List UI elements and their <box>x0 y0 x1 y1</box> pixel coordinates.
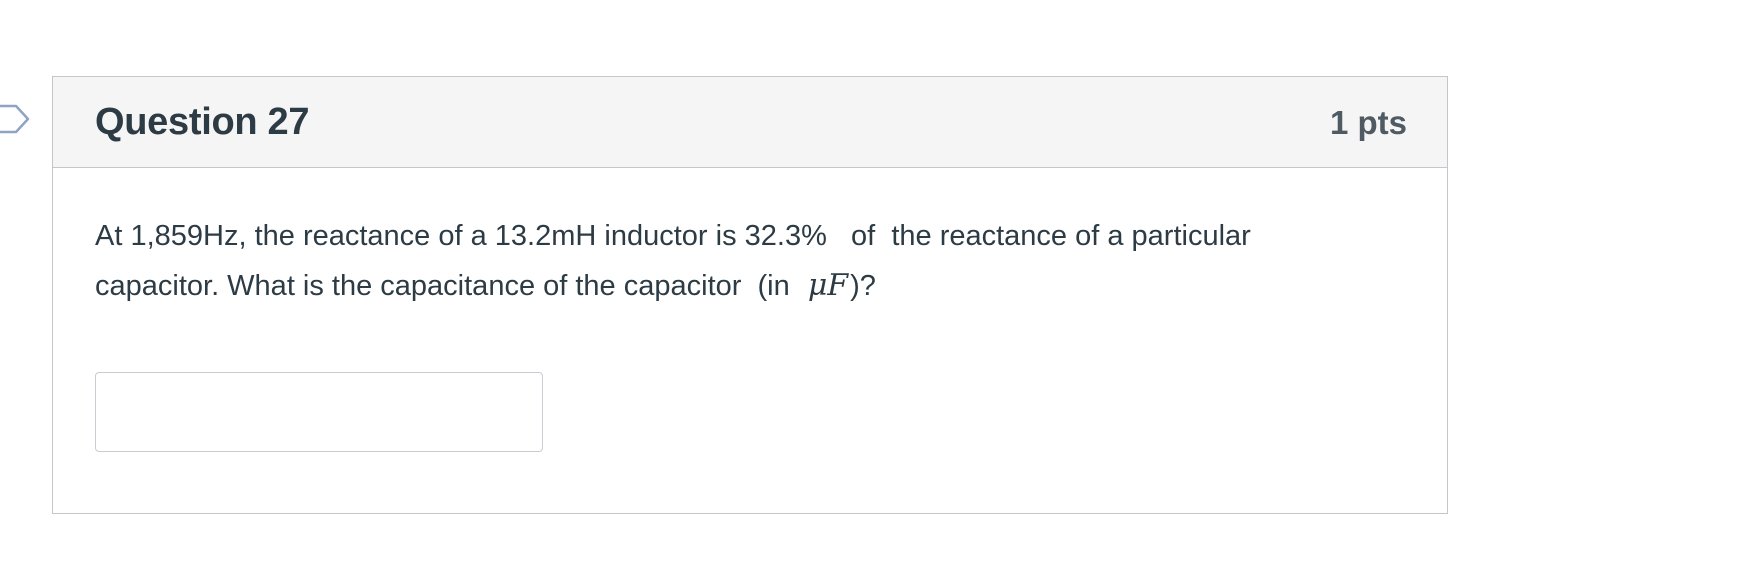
answer-input[interactable] <box>95 372 543 452</box>
question-text: At 1,859Hz, the reactance of a 13.2mH in… <box>95 211 1425 311</box>
question-text-line-1: At 1,859Hz, the reactance of a 13.2mH in… <box>95 220 1251 252</box>
question-text-line-2: capacitor. What is the capacitance of th… <box>95 261 1425 311</box>
bookmark-flag-icon[interactable] <box>0 104 32 134</box>
unit-math: μF <box>807 268 849 303</box>
question-points: 1 pts <box>1329 104 1407 141</box>
question-title: Question 27 <box>95 101 310 143</box>
question-card: Question 27 1 pts At 1,859Hz, the reacta… <box>52 76 1448 514</box>
question-text-line-2-prefix: capacitor. What is the capacitance of th… <box>95 270 798 302</box>
question-text-line-2-suffix: )? <box>850 270 876 302</box>
question-header: Question 27 1 pts <box>53 77 1447 168</box>
